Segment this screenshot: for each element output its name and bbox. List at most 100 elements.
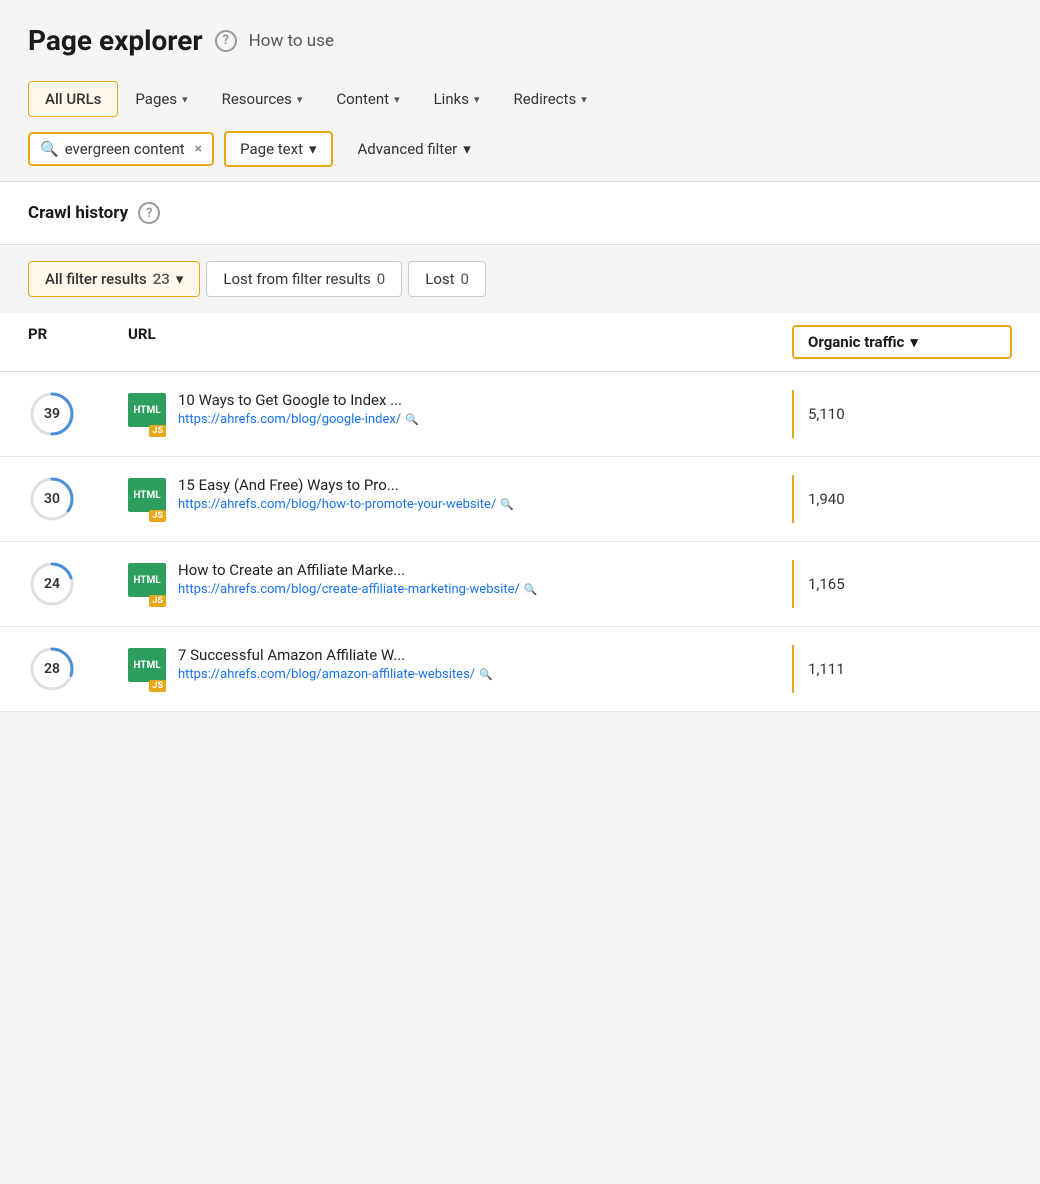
url-title: 15 Easy (And Free) Ways to Pro... xyxy=(178,476,514,494)
tab-all-urls[interactable]: All URLs xyxy=(28,81,118,117)
col-organic-traffic[interactable]: Organic traffic ▾ xyxy=(792,325,1012,359)
lost-count: 0 xyxy=(461,270,469,288)
organic-value: 1,940 xyxy=(792,475,1012,523)
how-to-use-link[interactable]: How to use xyxy=(249,31,334,51)
tab-all-urls-label: All URLs xyxy=(45,90,101,108)
crawl-history-label: Crawl history xyxy=(28,203,128,223)
chevron-down-icon: ▾ xyxy=(182,93,188,106)
tab-redirects-label: Redirects xyxy=(513,90,576,108)
tab-content[interactable]: Content ▾ xyxy=(319,81,416,117)
results-tabs: All filter results 23 ▾ Lost from filter… xyxy=(28,261,1012,297)
search-box[interactable]: 🔍 evergreen content × xyxy=(28,132,214,166)
tab-resources-label: Resources xyxy=(222,90,292,108)
search-icon: 🔍 xyxy=(524,583,538,596)
help-icon[interactable]: ? xyxy=(215,30,237,52)
all-filter-count: 23 xyxy=(153,270,170,288)
tab-pages[interactable]: Pages ▾ xyxy=(118,81,204,117)
pr-cell: 30 xyxy=(28,475,128,523)
html-badge: HTML xyxy=(128,563,166,597)
pr-badge: 30 xyxy=(28,475,76,523)
table-row: 28 HTML JS 7 Successful Amazon Affiliate… xyxy=(0,627,1040,712)
tab-links-label: Links xyxy=(434,90,469,108)
url-info: How to Create an Affiliate Marke... http… xyxy=(178,561,538,597)
pr-cell: 24 xyxy=(28,560,128,608)
url-cell: HTML JS 10 Ways to Get Google to Index .… xyxy=(128,391,792,437)
pr-cell: 28 xyxy=(28,645,128,693)
tab-redirects[interactable]: Redirects ▾ xyxy=(496,81,603,117)
table-row: 24 HTML JS How to Create an Affiliate Ma… xyxy=(0,542,1040,627)
url-link[interactable]: https://ahrefs.com/blog/amazon-affiliate… xyxy=(178,667,493,682)
search-icon: 🔍 xyxy=(40,140,59,158)
lost-label: Lost xyxy=(425,270,454,288)
url-link[interactable]: https://ahrefs.com/blog/how-to-promote-y… xyxy=(178,497,514,512)
chevron-down-icon: ▾ xyxy=(463,140,471,158)
pr-value: 24 xyxy=(44,576,60,592)
pr-value: 30 xyxy=(44,491,60,507)
nav-tabs: All URLs Pages ▾ Resources ▾ Content ▾ L… xyxy=(28,81,1012,117)
page-type-icon: HTML JS xyxy=(128,478,166,522)
pr-value: 39 xyxy=(44,406,60,422)
col-pr: PR xyxy=(28,325,128,359)
url-title: How to Create an Affiliate Marke... xyxy=(178,561,538,579)
lost-filter-label: Lost from filter results xyxy=(223,270,370,288)
pr-cell: 39 xyxy=(28,390,128,438)
pr-badge: 24 xyxy=(28,560,76,608)
chevron-down-icon: ▾ xyxy=(297,93,303,106)
tab-lost-filter-results[interactable]: Lost from filter results 0 xyxy=(206,261,402,297)
tab-resources[interactable]: Resources ▾ xyxy=(205,81,320,117)
page-text-label: Page text xyxy=(240,140,303,158)
url-info: 15 Easy (And Free) Ways to Pro... https:… xyxy=(178,476,514,512)
search-icon: 🔍 xyxy=(479,668,493,681)
chevron-down-icon: ▾ xyxy=(474,93,480,106)
results-tabs-section: All filter results 23 ▾ Lost from filter… xyxy=(0,245,1040,313)
all-filter-label: All filter results xyxy=(45,270,147,288)
clear-search-icon[interactable]: × xyxy=(195,141,202,157)
url-info: 7 Successful Amazon Affiliate W... https… xyxy=(178,646,493,682)
url-cell: HTML JS 15 Easy (And Free) Ways to Pro..… xyxy=(128,476,792,522)
organic-value: 1,111 xyxy=(792,645,1012,693)
page-type-icon: HTML JS xyxy=(128,648,166,692)
table-header: PR URL Organic traffic ▾ xyxy=(0,313,1040,372)
chevron-down-icon: ▾ xyxy=(394,93,400,106)
chevron-down-icon: ▾ xyxy=(176,270,184,288)
crawl-history-section: Crawl history ? xyxy=(0,182,1040,244)
sort-chevron-icon: ▾ xyxy=(910,333,918,351)
url-cell: HTML JS How to Create an Affiliate Marke… xyxy=(128,561,792,607)
url-link[interactable]: https://ahrefs.com/blog/google-index/ 🔍 xyxy=(178,412,419,427)
nav-tabs-section: All URLs Pages ▾ Resources ▾ Content ▾ L… xyxy=(0,73,1040,117)
organic-value: 5,110 xyxy=(792,390,1012,438)
col-url: URL xyxy=(128,325,792,359)
tab-links[interactable]: Links ▾ xyxy=(417,81,497,117)
chevron-down-icon: ▾ xyxy=(581,93,587,106)
tab-all-filter-results[interactable]: All filter results 23 ▾ xyxy=(28,261,200,297)
url-title: 10 Ways to Get Google to Index ... xyxy=(178,391,419,409)
html-badge: HTML xyxy=(128,393,166,427)
search-icon: 🔍 xyxy=(500,498,514,511)
tab-content-label: Content xyxy=(336,90,389,108)
tab-lost[interactable]: Lost 0 xyxy=(408,261,486,297)
js-badge: JS xyxy=(149,680,166,692)
filter-bar: 🔍 evergreen content × Page text ▾ Advanc… xyxy=(28,131,1012,167)
crawl-history-help-icon[interactable]: ? xyxy=(138,202,160,224)
html-badge: HTML xyxy=(128,648,166,682)
filter-section: 🔍 evergreen content × Page text ▾ Advanc… xyxy=(0,117,1040,181)
tab-pages-label: Pages xyxy=(135,90,177,108)
header: Page explorer ? How to use xyxy=(0,0,1040,73)
search-icon: 🔍 xyxy=(405,413,419,426)
url-title: 7 Successful Amazon Affiliate W... xyxy=(178,646,493,664)
chevron-down-icon: ▾ xyxy=(309,140,317,158)
lost-filter-count: 0 xyxy=(377,270,385,288)
js-badge: JS xyxy=(149,595,166,607)
url-link[interactable]: https://ahrefs.com/blog/create-affiliate… xyxy=(178,582,538,597)
url-info: 10 Ways to Get Google to Index ... https… xyxy=(178,391,419,427)
advanced-filter-label: Advanced filter xyxy=(358,140,458,158)
page-text-button[interactable]: Page text ▾ xyxy=(224,131,332,167)
organic-value: 1,165 xyxy=(792,560,1012,608)
url-cell: HTML JS 7 Successful Amazon Affiliate W.… xyxy=(128,646,792,692)
page-type-icon: HTML JS xyxy=(128,393,166,437)
advanced-filter-button[interactable]: Advanced filter ▾ xyxy=(343,132,486,166)
js-badge: JS xyxy=(149,425,166,437)
html-badge: HTML xyxy=(128,478,166,512)
search-value: evergreen content xyxy=(65,140,185,158)
pr-badge: 39 xyxy=(28,390,76,438)
